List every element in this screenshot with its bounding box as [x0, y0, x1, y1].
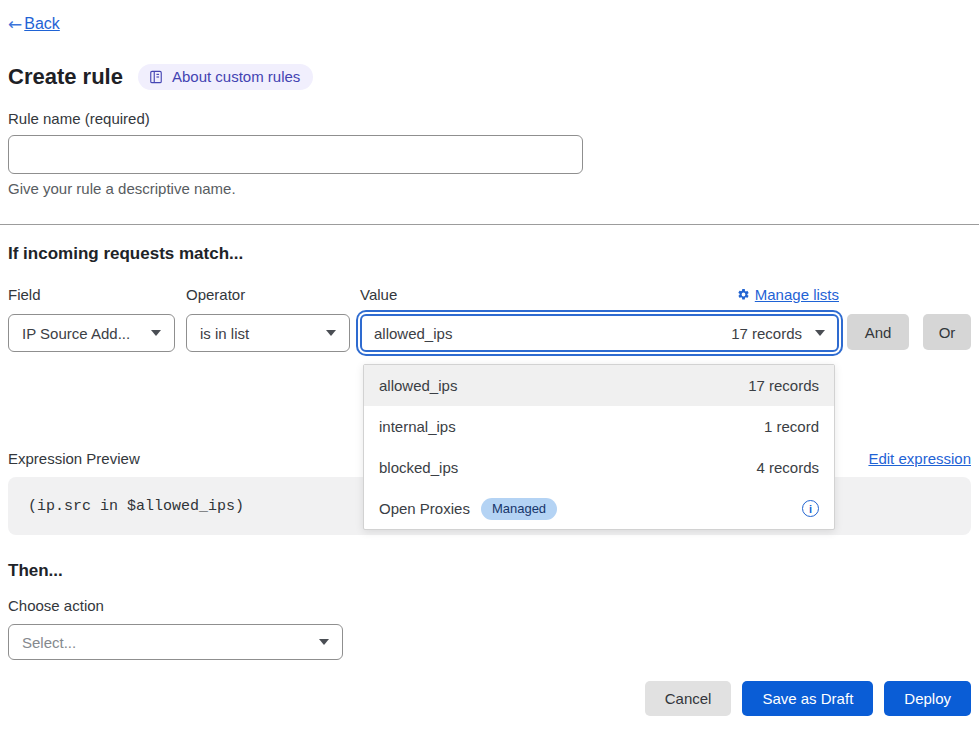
edit-expression-link[interactable]: Edit expression [868, 450, 971, 467]
expression-code: (ip.src in $allowed_ips) [28, 498, 244, 515]
list-item-name: Open Proxies [379, 500, 470, 517]
chevron-down-icon [319, 639, 329, 645]
operator-label: Operator [186, 286, 350, 303]
list-item-name: blocked_ips [379, 459, 458, 476]
operator-select[interactable]: is in list [186, 314, 350, 352]
cancel-button[interactable]: Cancel [645, 681, 732, 716]
about-badge-label: About custom rules [172, 68, 300, 85]
about-custom-rules-badge[interactable]: About custom rules [138, 64, 313, 90]
then-heading: Then... [8, 561, 971, 581]
match-heading: If incoming requests match... [8, 244, 971, 264]
rule-name-label: Rule name (required) [8, 110, 971, 127]
match-condition-row: Field IP Source Add... Operator is in li… [8, 286, 971, 352]
list-item-name: allowed_ips [379, 377, 457, 394]
value-select-meta: 17 records [731, 325, 802, 342]
rule-name-input[interactable] [8, 135, 583, 174]
managed-badge: Managed [481, 498, 557, 520]
save-as-draft-button[interactable]: Save as Draft [742, 681, 873, 716]
chevron-down-icon [151, 330, 161, 336]
chevron-down-icon [815, 330, 825, 336]
expression-preview-label: Expression Preview [8, 450, 140, 467]
list-item-meta: 4 records [756, 459, 819, 476]
list-item-blocked-ips[interactable]: blocked_ips 4 records [364, 447, 834, 488]
list-item-internal-ips[interactable]: internal_ips 1 record [364, 406, 834, 447]
gear-icon [737, 288, 750, 301]
back-link[interactable]: ← Back [8, 15, 60, 33]
or-button[interactable]: Or [923, 314, 971, 350]
deploy-button[interactable]: Deploy [884, 681, 971, 716]
field-label: Field [8, 286, 175, 303]
page-title: Create rule [8, 63, 123, 91]
choose-action-label: Choose action [8, 597, 971, 614]
info-icon[interactable]: i [802, 500, 819, 517]
section-divider [0, 224, 979, 225]
list-item-allowed-ips[interactable]: allowed_ips 17 records [364, 365, 834, 406]
list-dropdown-menu: allowed_ips 17 records internal_ips 1 re… [363, 364, 835, 530]
value-select-value: allowed_ips [374, 325, 452, 342]
manage-lists-link[interactable]: Manage lists [737, 286, 839, 303]
and-button[interactable]: And [847, 314, 909, 350]
back-label: Back [24, 15, 60, 33]
list-item-meta: 1 record [764, 418, 819, 435]
action-select[interactable]: Select... [8, 624, 343, 660]
create-rule-page: ← Back Create rule About custom rules Ru… [0, 0, 979, 739]
book-icon [149, 70, 163, 84]
list-item-name: internal_ips [379, 418, 456, 435]
list-item-open-proxies[interactable]: Open Proxies Managed i [364, 488, 834, 529]
back-arrow-icon: ← [8, 15, 22, 33]
list-item-meta: 17 records [748, 377, 819, 394]
value-select[interactable]: allowed_ips 17 records [360, 314, 839, 352]
rule-name-helper: Give your rule a descriptive name. [8, 180, 971, 197]
value-label: Value [360, 286, 397, 303]
field-select[interactable]: IP Source Add... [8, 314, 175, 352]
action-select-placeholder: Select... [22, 634, 76, 651]
operator-select-value: is in list [200, 325, 249, 342]
field-select-value: IP Source Add... [22, 325, 130, 342]
chevron-down-icon [326, 330, 336, 336]
manage-lists-label: Manage lists [755, 286, 839, 303]
